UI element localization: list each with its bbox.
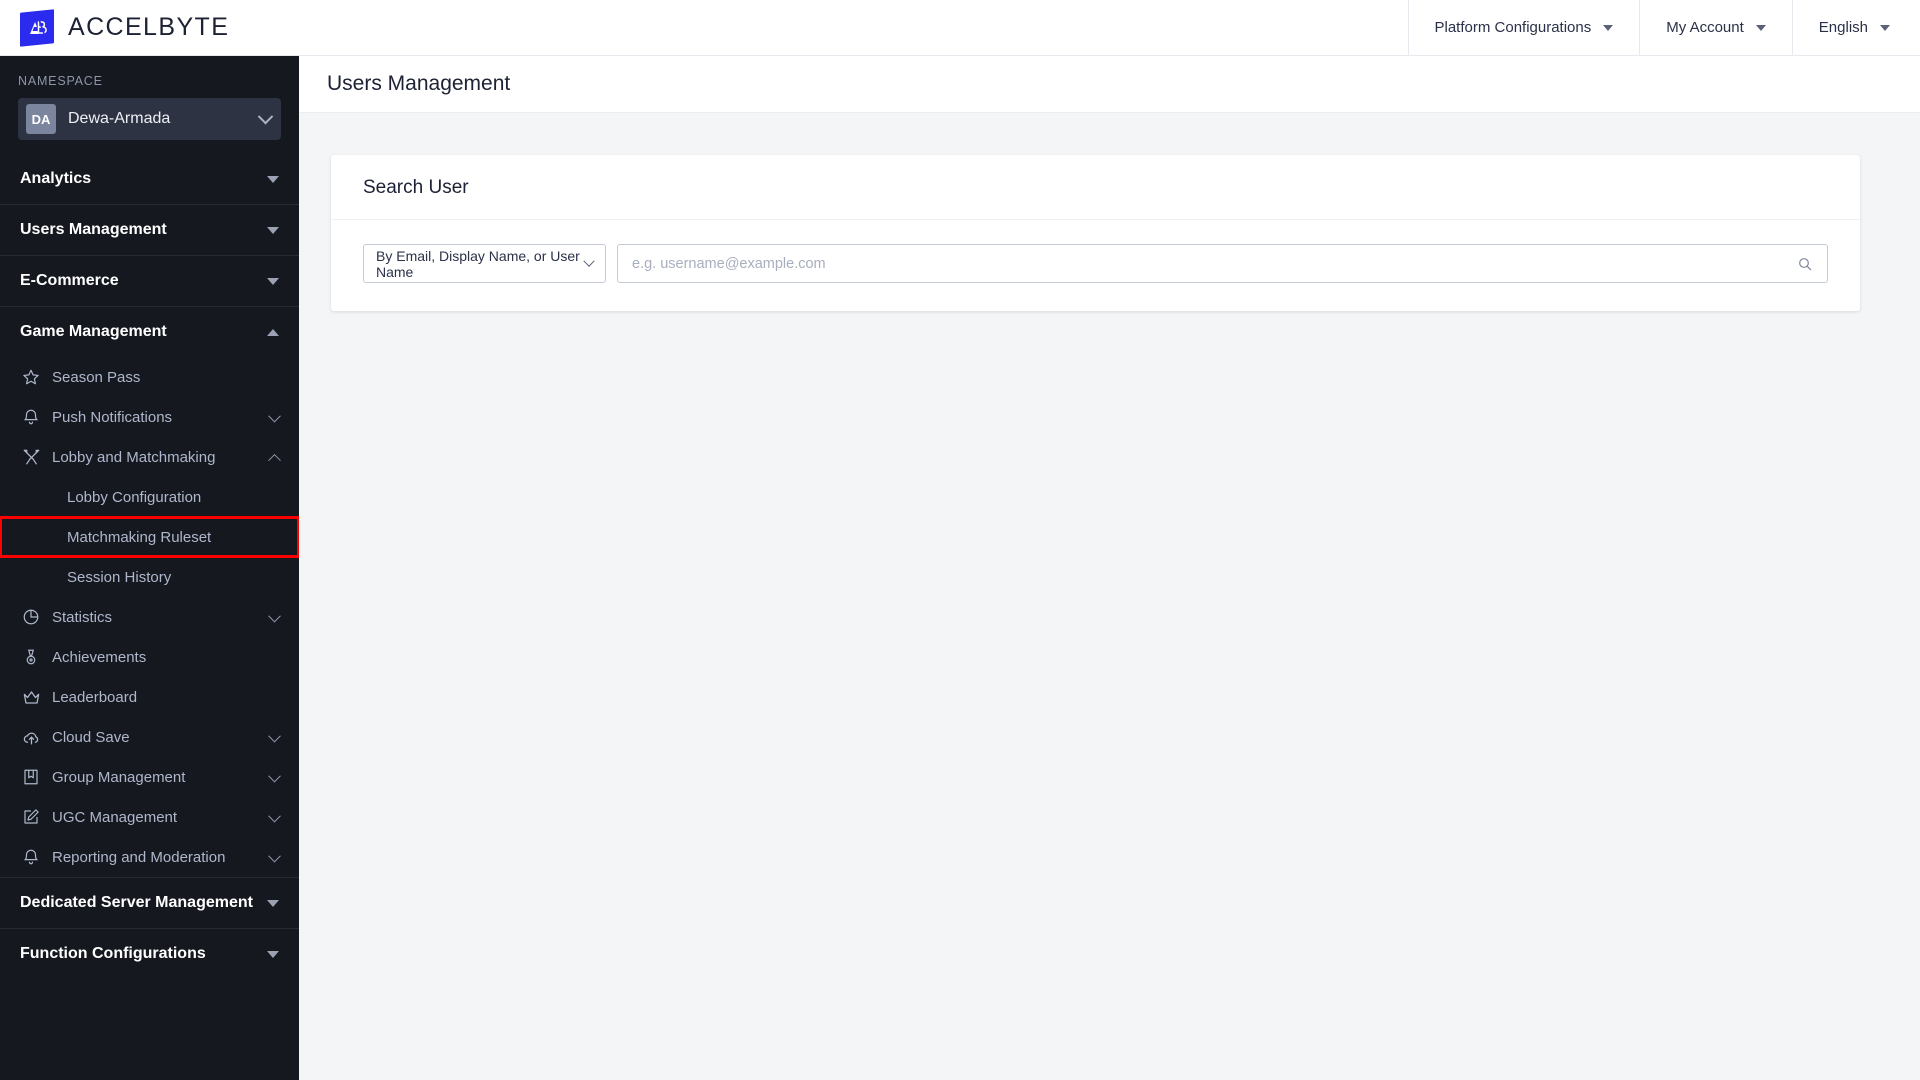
triangle-down-icon (267, 175, 279, 183)
page-header: Users Management (299, 56, 1920, 113)
sidebar-item-group-management[interactable]: Group Management (0, 757, 299, 797)
triangle-down-icon (267, 950, 279, 958)
chevron-down-icon (268, 769, 281, 782)
brand-name-first: ACCEL (68, 13, 159, 41)
content-area: Search User By Email, Display Name, or U… (299, 113, 1920, 311)
cloud-upload-icon (20, 726, 42, 748)
topnav-language[interactable]: English (1791, 0, 1920, 55)
namespace-selector[interactable]: DA Dewa-Armada (18, 98, 281, 140)
sidebar-section-label: Game Management (20, 323, 167, 340)
sidebar-section-dedicated-server-management[interactable]: Dedicated Server Management (0, 878, 299, 928)
triangle-down-icon (267, 226, 279, 234)
search-button[interactable] (1797, 256, 1813, 272)
sidebar-section-e-commerce[interactable]: E-Commerce (0, 256, 299, 306)
sidebar-subitem-session-history[interactable]: Session History (0, 557, 299, 597)
chevron-down-icon (268, 809, 281, 822)
namespace-avatar: DA (26, 104, 56, 134)
sidebar-item-lobby-and-matchmaking[interactable]: Lobby and Matchmaking (0, 437, 299, 477)
sidebar-item-statistics[interactable]: Statistics (0, 597, 299, 637)
page-title: Users Management (327, 72, 511, 95)
group-banner-icon (20, 766, 42, 788)
brand-name: ACCELBYTE (68, 13, 229, 42)
sidebar-subitem-label: Session History (67, 568, 172, 586)
namespace-block: NAMESPACE DA Dewa-Armada (0, 56, 299, 154)
chevron-down-icon (257, 108, 274, 124)
sidebar-subitem-lobby-configuration[interactable]: Lobby Configuration (0, 477, 299, 517)
sidebar-section-users-management[interactable]: Users Management (0, 205, 299, 255)
sidebar-subitem-matchmaking-ruleset[interactable]: Matchmaking Ruleset (0, 516, 299, 558)
search-user-card: Search User By Email, Display Name, or U… (331, 155, 1860, 311)
sidebar-item-leaderboard[interactable]: Leaderboard (0, 677, 299, 717)
search-input[interactable] (632, 255, 1797, 272)
chevron-up-icon (268, 453, 281, 467)
sidebar-subitem-label: Matchmaking Ruleset (67, 528, 212, 546)
brand-name-second: BYTE (158, 13, 230, 41)
sidebar-section-label: Users Management (20, 221, 167, 238)
main-content: Users Management Search User By Email, D… (299, 56, 1920, 1080)
search-type-select[interactable]: By Email, Display Name, or User Name (363, 244, 606, 283)
triangle-down-icon (267, 277, 279, 285)
chevron-down-icon (268, 729, 281, 742)
topnav-label: My Account (1666, 19, 1744, 36)
sidebar-section-label: Function Configurations (20, 945, 206, 962)
sidebar-subitem-label: Lobby Configuration (67, 488, 202, 506)
crossed-swords-icon (20, 446, 42, 468)
search-input-wrapper[interactable] (617, 244, 1828, 283)
sidebar-section-label: E-Commerce (20, 272, 119, 289)
namespace-label: NAMESPACE (18, 74, 103, 88)
bell-icon (20, 846, 42, 868)
topnav-label: English (1818, 19, 1868, 36)
sidebar-item-label: Cloud Save (52, 728, 130, 746)
sidebar-item-season-pass[interactable]: Season Pass (0, 357, 299, 397)
triangle-down-icon (267, 899, 279, 907)
sidebar-item-label: Group Management (52, 768, 186, 786)
top-bar: ACCELBYTE Platform Configurations My Acc… (0, 0, 1920, 56)
chevron-down-icon (1880, 24, 1890, 31)
brand-logo[interactable]: ACCELBYTE (0, 0, 229, 55)
search-type-value: By Email, Display Name, or User Name (376, 247, 580, 280)
chevron-down-icon (268, 409, 281, 422)
sidebar-item-label: UGC Management (52, 808, 178, 826)
namespace-name: Dewa-Armada (68, 110, 171, 127)
card-header: Search User (331, 155, 1860, 220)
sidebar-section-function-configurations[interactable]: Function Configurations (0, 929, 299, 979)
star-icon (20, 366, 42, 388)
sidebar-item-label: Push Notifications (52, 408, 173, 426)
topnav-my-account[interactable]: My Account (1639, 0, 1792, 55)
sidebar-item-label: Season Pass (52, 368, 141, 386)
card-title: Search User (363, 177, 469, 198)
pie-chart-icon (20, 606, 42, 628)
top-bar-spacer (229, 0, 1407, 55)
sidebar-section-game-management[interactable]: Game Management (0, 307, 299, 357)
sidebar-item-label: Statistics (52, 608, 113, 626)
sidebar-item-cloud-save[interactable]: Cloud Save (0, 717, 299, 757)
chevron-down-icon (1603, 24, 1614, 31)
topnav-platform-configurations[interactable]: Platform Configurations (1407, 0, 1640, 55)
chevron-down-icon (1755, 24, 1766, 31)
top-nav: Platform Configurations My Account Engli… (1407, 0, 1920, 55)
sidebar-section-label: Analytics (20, 170, 92, 187)
sidebar-item-reporting-and-moderation[interactable]: Reporting and Moderation (0, 837, 299, 877)
sidebar-item-label: Achievements (52, 648, 147, 666)
sidebar-item-label: Leaderboard (52, 688, 138, 706)
sidebar-item-push-notifications[interactable]: Push Notifications (0, 397, 299, 437)
medal-icon (20, 646, 42, 668)
bell-icon (20, 406, 42, 428)
sidebar-section-analytics[interactable]: Analytics (0, 154, 299, 204)
sidebar-item-label: Lobby and Matchmaking (52, 448, 216, 466)
sidebar-item-achievements[interactable]: Achievements (0, 637, 299, 677)
sidebar-item-ugc-management[interactable]: UGC Management (0, 797, 299, 837)
sidebar-item-label: Reporting and Moderation (52, 848, 226, 866)
chevron-down-icon (268, 849, 281, 862)
card-body: By Email, Display Name, or User Name (331, 220, 1860, 311)
chevron-down-icon (583, 255, 595, 267)
sidebar: NAMESPACE DA Dewa-Armada Analytics Users… (0, 56, 299, 1080)
edit-square-icon (20, 806, 42, 828)
chevron-down-icon (268, 609, 281, 622)
accelbyte-logo-icon (20, 8, 54, 47)
triangle-up-icon (267, 328, 279, 336)
sidebar-section-label: Dedicated Server Management (20, 894, 253, 911)
topnav-label: Platform Configurations (1434, 19, 1592, 36)
crown-icon (20, 686, 42, 708)
